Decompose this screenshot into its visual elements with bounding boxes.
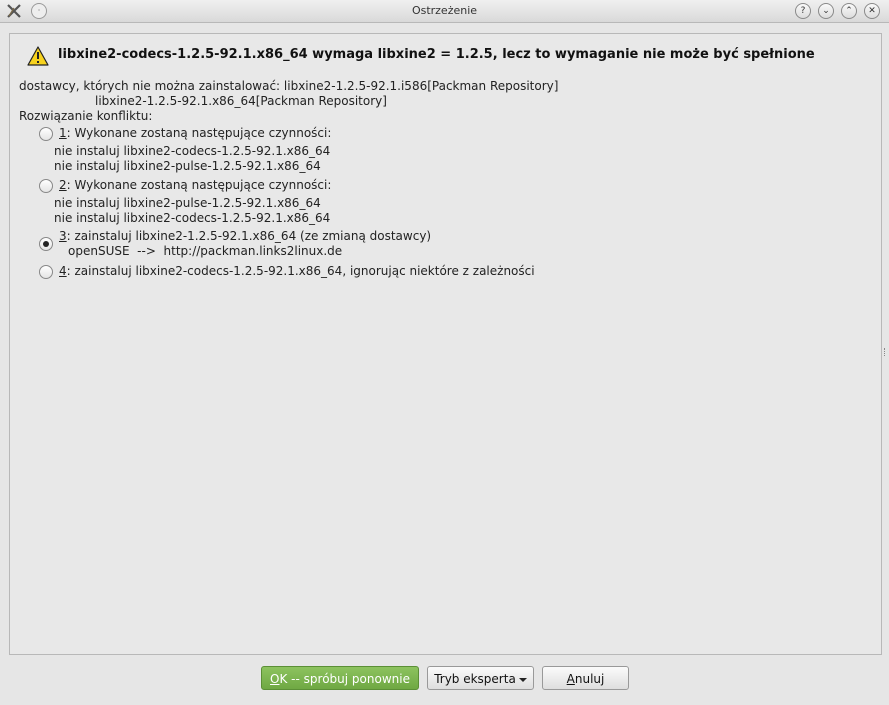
cancel-button[interactable]: Anuluj bbox=[542, 666, 629, 690]
option-2-radio[interactable] bbox=[39, 179, 53, 193]
option-2-detail-2: nie instaluj libxine2-codecs-1.2.5-92.1.… bbox=[54, 211, 331, 225]
option-2-label[interactable]: 2: Wykonane zostaną następujące czynnośc… bbox=[59, 178, 331, 192]
chevron-down-icon bbox=[518, 677, 527, 682]
option-1-radio[interactable] bbox=[39, 127, 53, 141]
option-4-radio[interactable] bbox=[39, 265, 53, 279]
option-1-detail-2: nie instaluj libxine2-pulse-1.2.5-92.1.x… bbox=[54, 159, 321, 173]
window-title: Ostrzeżenie bbox=[411, 4, 478, 17]
details-line-2: libxine2-1.2.5-92.1.x86_64[Packman Repos… bbox=[95, 94, 387, 108]
option-3-radio[interactable] bbox=[39, 237, 53, 251]
dialog-content: libxine2-codecs-1.2.5-92.1.x86_64 wymaga… bbox=[9, 33, 882, 655]
option-1-detail-1: nie instaluj libxine2-codecs-1.2.5-92.1.… bbox=[54, 144, 331, 158]
option-3-detail-1: openSUSE --> http://packman.links2linux.… bbox=[68, 244, 343, 258]
close-icon[interactable]: ✕ bbox=[864, 3, 880, 19]
option-3-label[interactable]: 3: zainstaluj libxine2-1.2.5-92.1.x86_64… bbox=[59, 229, 431, 243]
resize-grip[interactable] bbox=[884, 348, 888, 356]
help-icon[interactable]: ? bbox=[795, 3, 811, 19]
conflict-headline: libxine2-codecs-1.2.5-92.1.x86_64 wymaga… bbox=[58, 47, 815, 62]
option-2-detail-1: nie instaluj libxine2-pulse-1.2.5-92.1.x… bbox=[54, 196, 321, 210]
warning-icon bbox=[27, 46, 49, 66]
window-titlebar[interactable]: · Ostrzeżenie ? ⌄ ⌃ ✕ bbox=[0, 0, 889, 23]
ok-retry-button[interactable]: OK -- spróbuj ponownie bbox=[261, 666, 419, 690]
minimize-icon[interactable]: ⌄ bbox=[818, 3, 834, 19]
resolution-heading: Rozwiązanie konfliktu: bbox=[19, 109, 153, 123]
option-4-label[interactable]: 4: zainstaluj libxine2-codecs-1.2.5-92.1… bbox=[59, 264, 535, 278]
option-1-label[interactable]: 1: Wykonane zostaną następujące czynnośc… bbox=[59, 126, 331, 140]
details-line-1: dostawcy, których nie można zainstalować… bbox=[19, 79, 559, 93]
maximize-icon[interactable]: ⌃ bbox=[841, 3, 857, 19]
expert-mode-button[interactable]: Tryb eksperta bbox=[427, 666, 534, 690]
